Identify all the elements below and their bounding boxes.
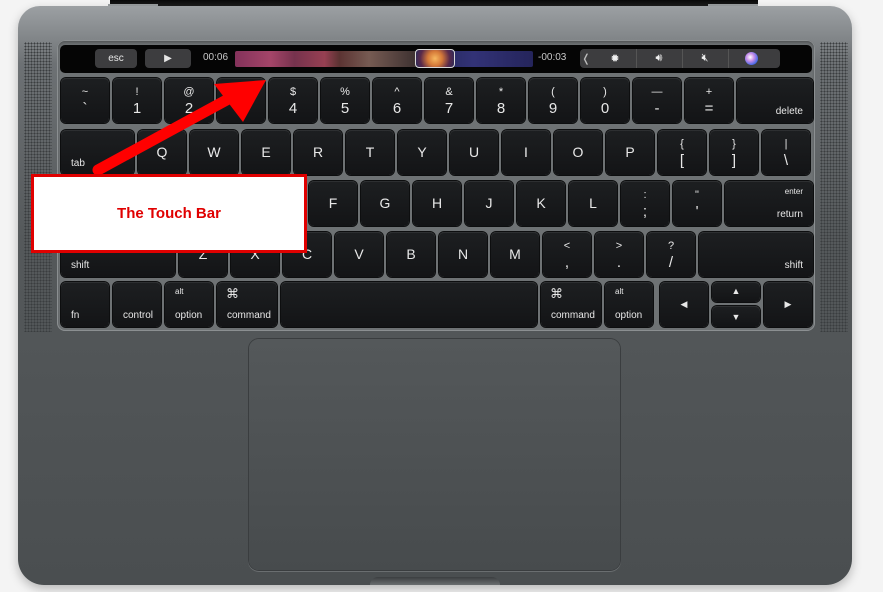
touch-bar-callout: The Touch Bar: [31, 174, 307, 253]
callout-label: The Touch Bar: [117, 205, 221, 222]
annotation-arrow: [92, 80, 266, 176]
arrow-shaft: [92, 91, 238, 176]
